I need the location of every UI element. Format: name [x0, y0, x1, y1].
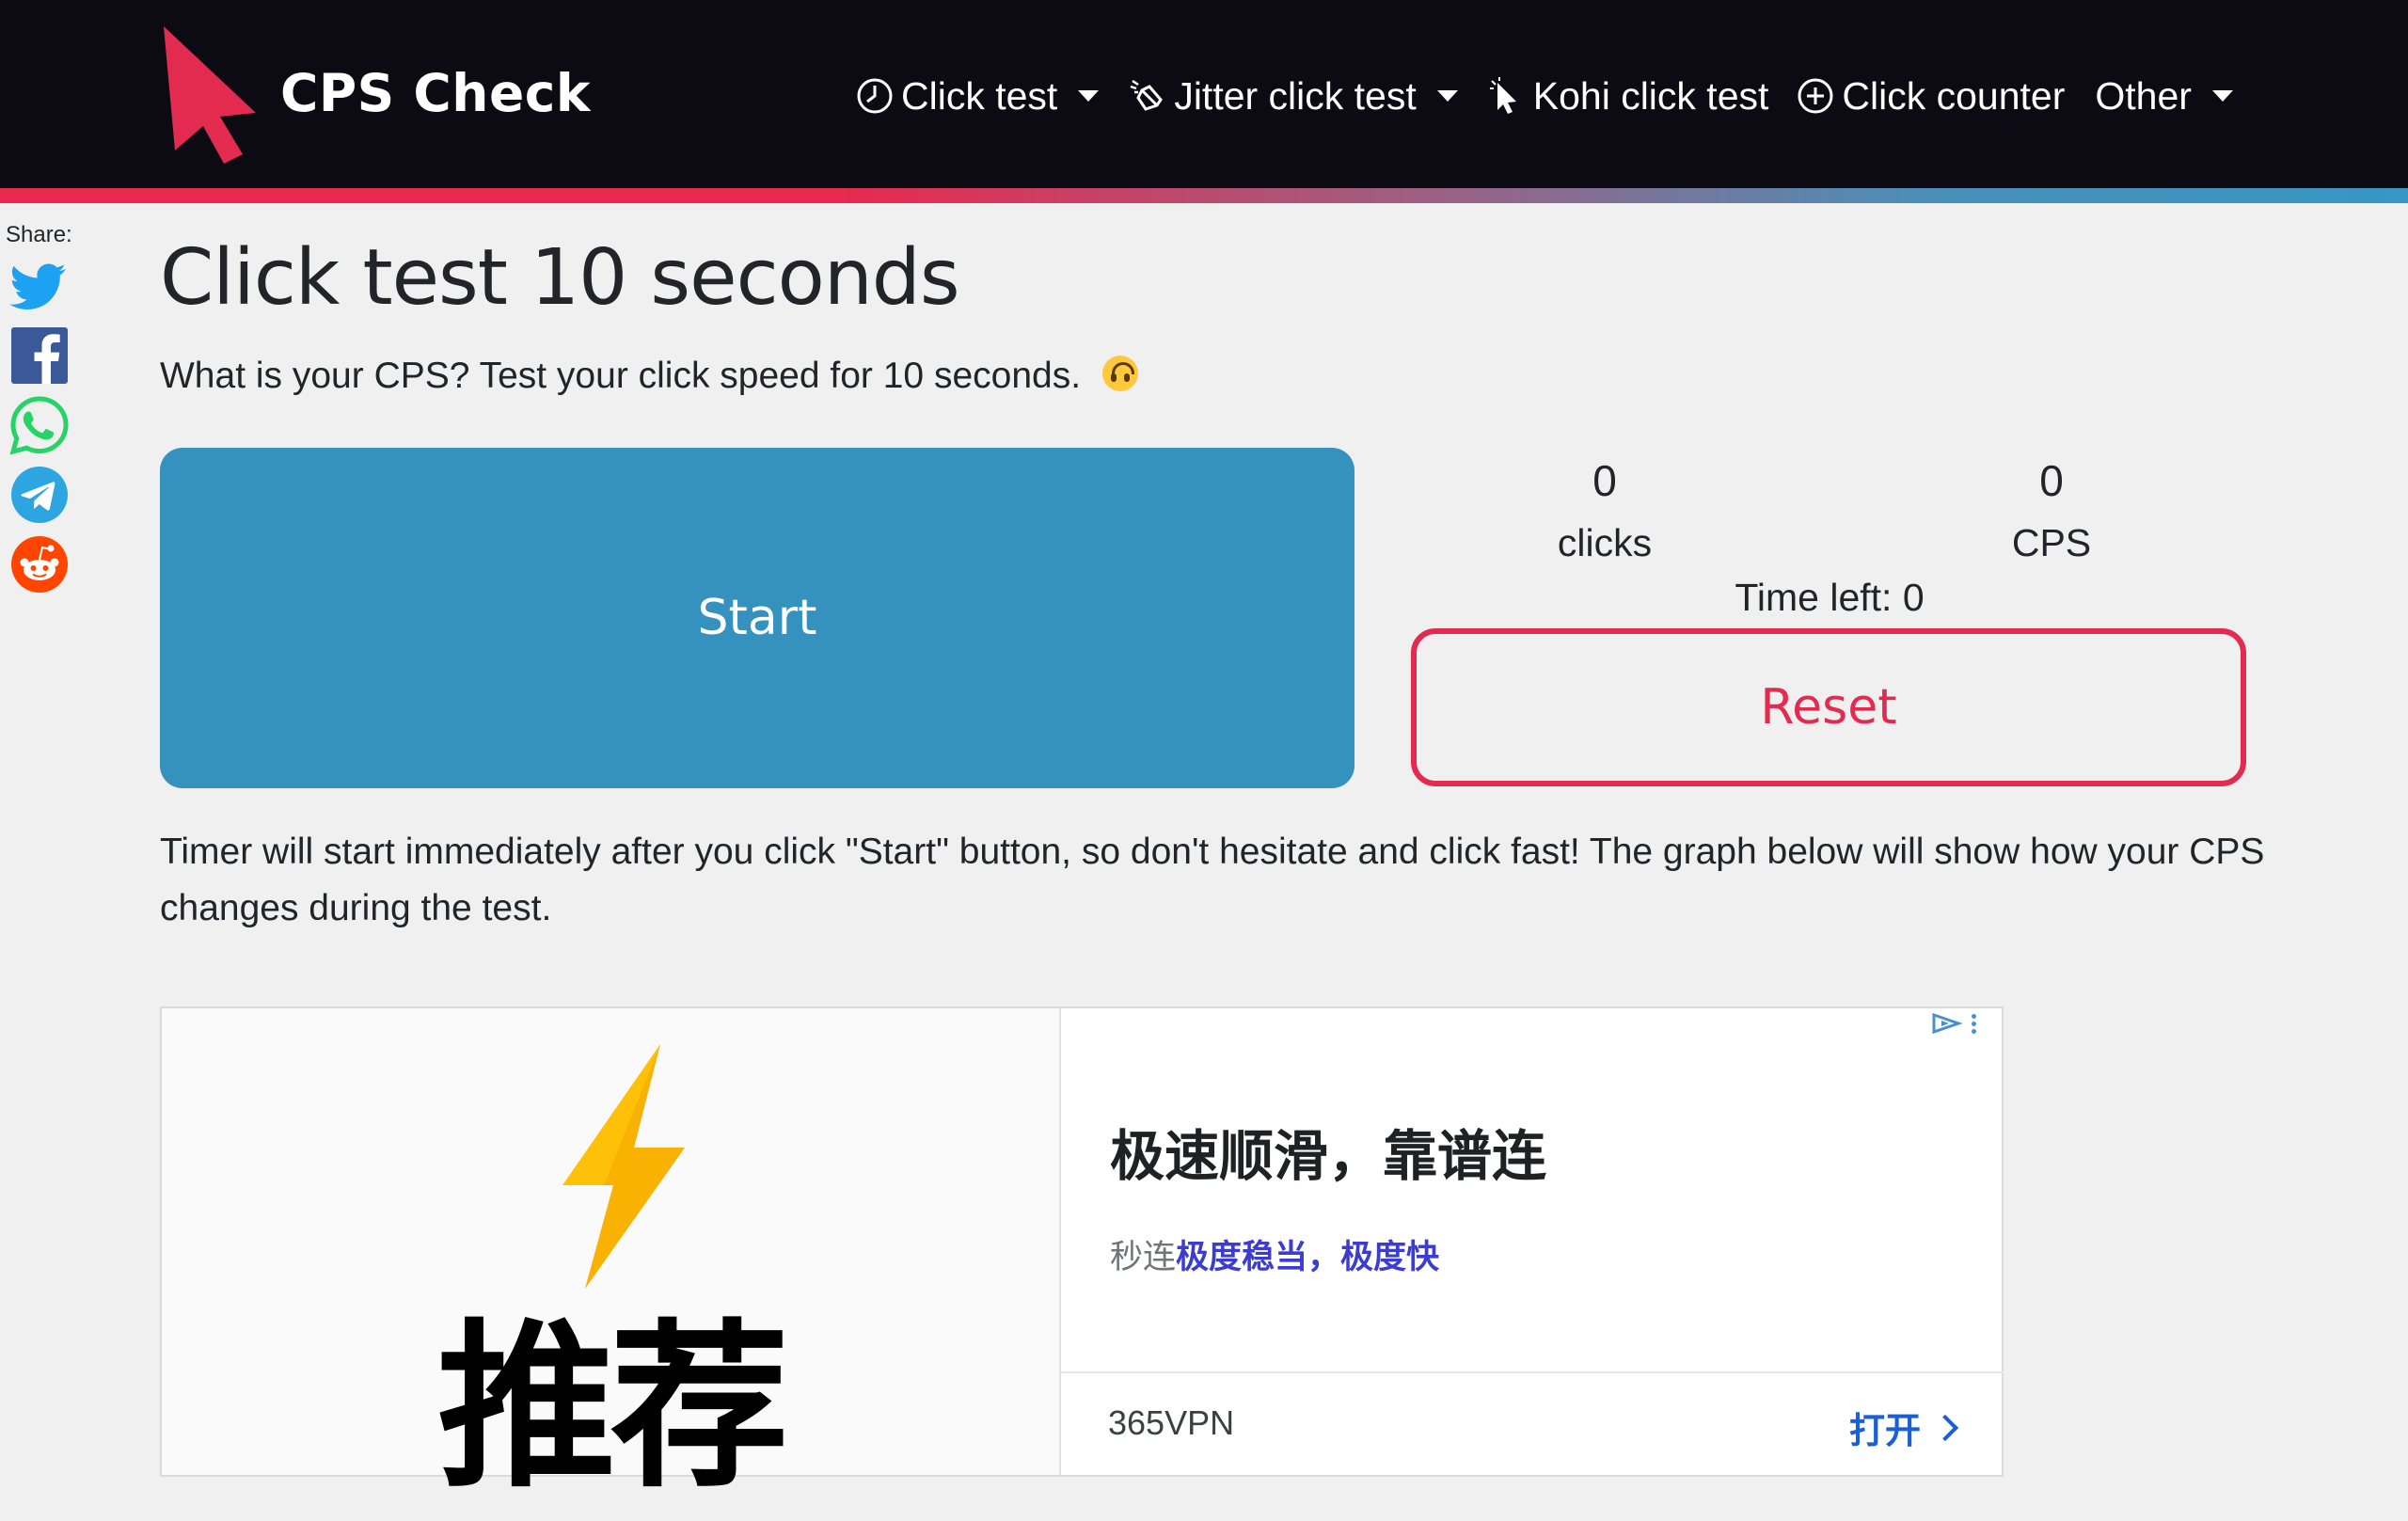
nav-item-click-test[interactable]: Click test	[856, 73, 1100, 119]
cps-counter: 0 CPS	[1910, 455, 2193, 565]
page-subtitle: What is your CPS? Test your click speed …	[160, 356, 1138, 397]
caret-down-icon	[1078, 90, 1100, 102]
page-title: Click test 10 seconds	[160, 233, 960, 323]
info-text: Timer will start immediately after you c…	[160, 832, 2265, 928]
ad-open-label: 打开	[1848, 1412, 1921, 1451]
clicks-counter: 0 clicks	[1464, 455, 1746, 565]
telegram-icon[interactable]	[9, 465, 70, 525]
nav-menu: Click test Jitter click test Kohi click …	[856, 58, 2233, 134]
nav-item-label: Kohi click test	[1532, 73, 1769, 118]
lightning-bolt-icon	[562, 1044, 685, 1289]
ad-image-text: 推荐	[436, 1304, 789, 1512]
nav-item-label: Other	[2095, 73, 2192, 118]
subtitle-text: What is your CPS? Test your click speed …	[160, 356, 1082, 396]
nav-item-kohi-click-test[interactable]: Kohi click test	[1488, 73, 1769, 119]
start-click-area-button[interactable]: Start	[160, 448, 1354, 788]
jitter-hand-icon	[1130, 79, 1164, 111]
cps-value: 0	[2039, 456, 2064, 505]
nav-item-click-counter[interactable]: Click counter	[1797, 74, 2065, 119]
ad-description: 秒连极度稳当，极度快	[1110, 1230, 1439, 1278]
ad-desc-bold: 极度稳当，极度快	[1176, 1239, 1440, 1275]
caret-down-icon	[2211, 90, 2233, 102]
clicks-value: 0	[1592, 456, 1617, 505]
ad-menu-icon[interactable]	[1972, 1013, 1977, 1034]
caret-down-icon	[1436, 90, 1458, 102]
ad-desc-plain: 秒连	[1110, 1239, 1177, 1275]
ad-banner[interactable]: 推荐 极速顺滑，靠谱连 秒连极度稳当，极度快 365VPN 打开	[160, 1006, 2004, 1512]
time-left: Time left: 0	[1735, 576, 1925, 619]
cps-label: CPS	[2011, 521, 2092, 564]
reddit-icon[interactable]	[9, 534, 70, 594]
navbar: CPS Check Click test Jitter click test K	[0, 0, 2408, 188]
reset-button[interactable]: Reset	[1411, 628, 2246, 786]
ad-footer: 365VPN 打开	[1061, 1371, 2004, 1477]
cursor-logo-icon	[164, 26, 256, 164]
nav-item-label: Jitter click test	[1174, 73, 1417, 118]
navbar-gradient-stripe	[0, 188, 2408, 203]
ad-image[interactable]: 推荐	[162, 1008, 1061, 1512]
plus-circle-icon	[1798, 78, 1833, 114]
chevron-right-icon	[1931, 1414, 1959, 1441]
facebook-icon[interactable]	[9, 325, 70, 386]
ad-open-button[interactable]: 打开	[1848, 1402, 1959, 1453]
nav-item-label: Click test	[901, 73, 1058, 118]
brand-name: CPS Check	[280, 63, 591, 123]
twitter-icon[interactable]	[9, 256, 70, 316]
nav-item-jitter-click-test[interactable]: Jitter click test	[1129, 73, 1458, 119]
whatsapp-icon[interactable]	[9, 395, 70, 455]
brand-link[interactable]: CPS Check	[158, 23, 591, 164]
ad-advertiser[interactable]: 365VPN	[1108, 1403, 1234, 1443]
clock-icon	[857, 78, 893, 114]
ad-headline[interactable]: 极速顺滑，靠谱连	[1110, 1112, 1546, 1191]
ad-choices-icon	[1932, 1012, 1962, 1035]
nav-item-other[interactable]: Other	[2095, 74, 2233, 119]
share-sidebar: Share:	[6, 222, 73, 604]
share-label: Share:	[6, 222, 72, 247]
ad-choices[interactable]	[1928, 1012, 1977, 1035]
cursor-icon	[1489, 77, 1516, 114]
clicks-label: clicks	[1557, 521, 1653, 564]
nav-item-label: Click counter	[1842, 73, 2066, 118]
upside-down-face-emoji-icon	[1101, 356, 1138, 391]
